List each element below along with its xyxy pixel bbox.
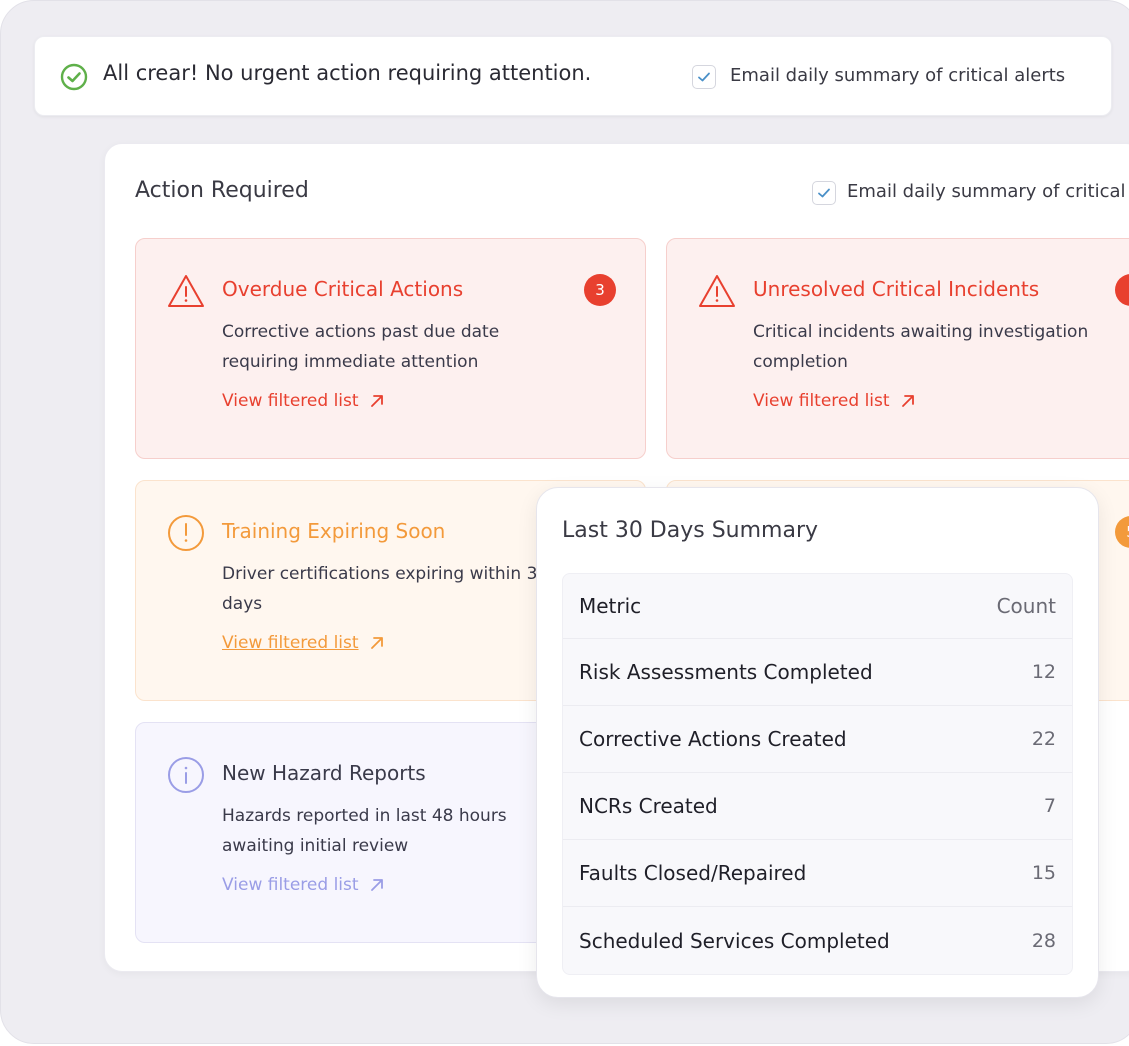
card-overdue-critical-actions: Overdue Critical Actions 3 Corrective ac… bbox=[135, 238, 646, 459]
metric-cell: Faults Closed/Repaired bbox=[579, 861, 807, 885]
link-label: View filtered list bbox=[753, 391, 890, 411]
warning-triangle-icon bbox=[699, 275, 735, 307]
metric-cell: Corrective Actions Created bbox=[579, 727, 847, 751]
card-title: Overdue Critical Actions bbox=[222, 277, 464, 301]
card-description: Driver certifications expiring within 3 … bbox=[222, 564, 538, 614]
view-filtered-list-link[interactable]: View filtered list bbox=[222, 633, 385, 653]
view-filtered-list-link[interactable]: View filtered list bbox=[222, 391, 385, 411]
arrow-up-right-icon bbox=[370, 395, 383, 407]
alert-circle-icon bbox=[168, 515, 204, 551]
card-unresolved-critical-incidents: Unresolved Critical Incidents Critical i… bbox=[666, 238, 1129, 459]
last-30-days-summary-card: Last 30 Days Summary Metric Count Risk A… bbox=[536, 487, 1099, 998]
view-filtered-list-link[interactable]: View filtered list bbox=[222, 875, 385, 895]
table-row: Risk Assessments Completed 12 bbox=[563, 639, 1072, 706]
count-badge: 5 bbox=[1115, 516, 1129, 548]
link-label: View filtered list bbox=[222, 633, 359, 653]
table-row: Corrective Actions Created 22 bbox=[563, 706, 1072, 773]
email-summary-checkbox-panel[interactable] bbox=[812, 181, 836, 205]
card-description: Critical incidents awaiting investigatio… bbox=[753, 322, 1089, 372]
checkmark-icon bbox=[698, 72, 710, 82]
count-cell: 22 bbox=[1031, 728, 1056, 750]
summary-title: Last 30 Days Summary bbox=[562, 518, 819, 543]
check-circle-icon bbox=[60, 63, 88, 91]
email-summary-label: Email daily summary of critical alerts bbox=[730, 65, 1066, 86]
column-header-metric: Metric bbox=[579, 594, 642, 618]
metric-cell: NCRs Created bbox=[579, 794, 718, 818]
arrow-up-right-icon bbox=[370, 637, 383, 649]
status-message: All crear! No urgent action requiring at… bbox=[103, 61, 592, 85]
count-cell: 12 bbox=[1031, 661, 1056, 683]
count-cell: 7 bbox=[1043, 795, 1056, 817]
table-header-row: Metric Count bbox=[563, 574, 1072, 639]
card-title: Training Expiring Soon bbox=[222, 519, 446, 543]
count-cell: 28 bbox=[1031, 929, 1056, 952]
table-row: Scheduled Services Completed 28 bbox=[563, 907, 1072, 974]
summary-table: Metric Count Risk Assessments Completed … bbox=[562, 573, 1073, 975]
email-summary-label-panel: Email daily summary of critical a bbox=[847, 181, 1129, 202]
count-badge: 3 bbox=[584, 274, 616, 306]
metric-cell: Scheduled Services Completed bbox=[579, 928, 890, 953]
status-banner: All crear! No urgent action requiring at… bbox=[34, 36, 1112, 116]
link-label: View filtered list bbox=[222, 391, 359, 411]
card-description: Hazards reported in last 48 hours awaiti… bbox=[222, 806, 507, 856]
info-circle-icon bbox=[168, 757, 204, 793]
table-row: Faults Closed/Repaired 15 bbox=[563, 840, 1072, 907]
column-header-count: Count bbox=[996, 594, 1056, 618]
checkmark-icon bbox=[818, 188, 830, 198]
card-title: Unresolved Critical Incidents bbox=[753, 277, 1040, 301]
arrow-up-right-icon bbox=[901, 395, 914, 407]
count-badge bbox=[1115, 274, 1129, 306]
count-cell: 15 bbox=[1031, 862, 1056, 884]
panel-title: Action Required bbox=[135, 178, 309, 203]
email-summary-checkbox[interactable] bbox=[692, 65, 716, 89]
card-title: New Hazard Reports bbox=[222, 761, 426, 785]
table-row: NCRs Created 7 bbox=[563, 773, 1072, 840]
link-label: View filtered list bbox=[222, 875, 359, 895]
metric-cell: Risk Assessments Completed bbox=[579, 660, 873, 684]
warning-triangle-icon bbox=[168, 275, 204, 307]
view-filtered-list-link[interactable]: View filtered list bbox=[753, 391, 916, 411]
card-description: Corrective actions past due date requiri… bbox=[222, 322, 500, 372]
arrow-up-right-icon bbox=[370, 879, 383, 891]
